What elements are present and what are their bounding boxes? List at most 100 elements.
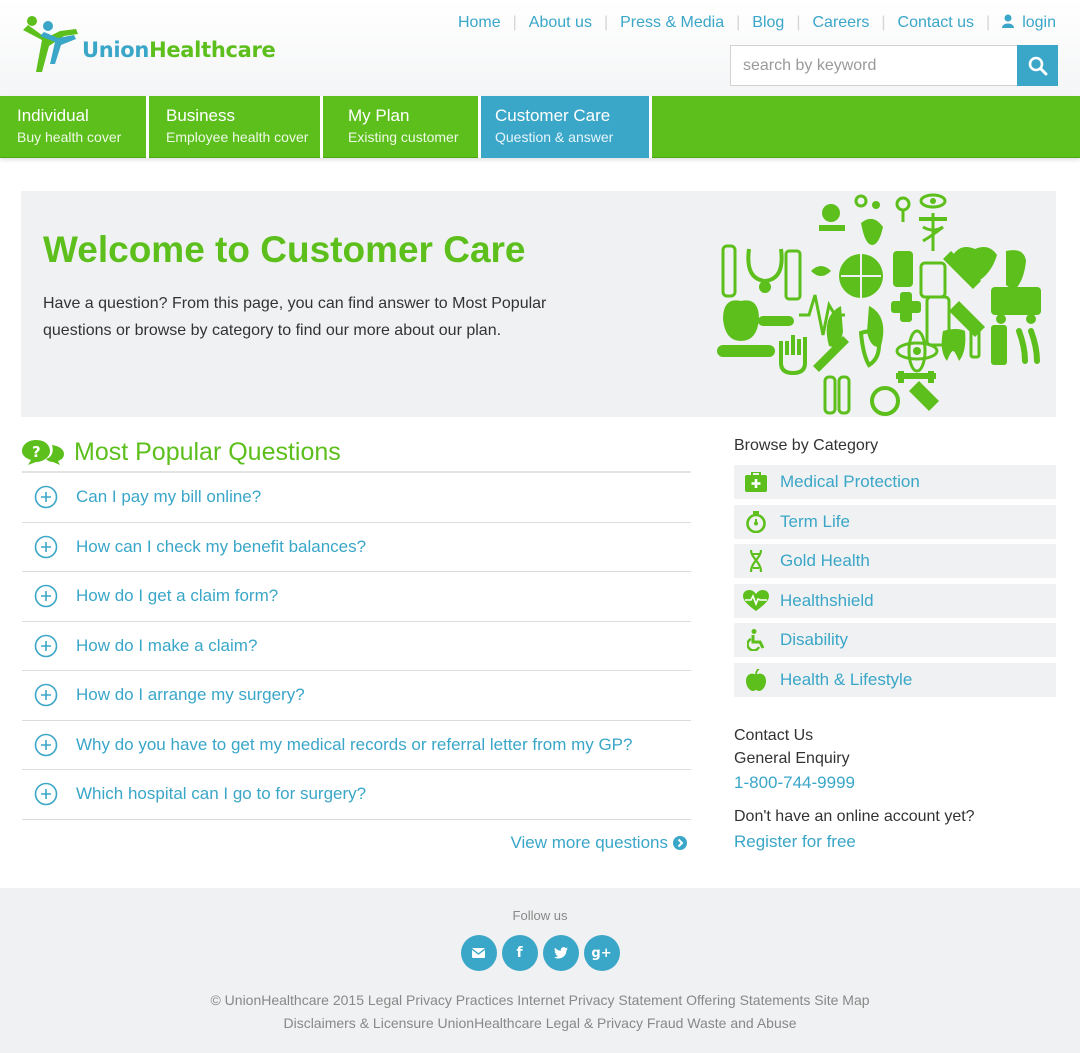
view-more-label: View more questions <box>510 833 669 852</box>
question-link[interactable]: How do I arrange my surgery? <box>76 685 305 705</box>
user-icon <box>1002 14 1015 28</box>
logo-text-union: Union <box>82 38 150 62</box>
footer-links-line-1[interactable]: © UnionHealthcare 2015 Legal Privacy Pra… <box>0 989 1080 1012</box>
nav-link-home[interactable]: Home <box>458 14 501 32</box>
plus-circle-icon[interactable] <box>34 535 58 559</box>
tab-my-plan[interactable]: My Plan Existing customer <box>323 96 481 158</box>
question-row[interactable]: How do I make a claim? <box>22 622 691 671</box>
apple-icon <box>734 668 778 691</box>
facebook-icon: f <box>516 945 523 961</box>
envelope-icon <box>472 948 485 958</box>
tab-subtitle: Employee health cover <box>166 129 309 145</box>
site-header: UnionHealthcare Home | About us | Press … <box>0 0 1080 96</box>
category-item[interactable]: Healthshield <box>734 583 1056 618</box>
question-link[interactable]: How do I get a claim form? <box>76 586 278 606</box>
stopwatch-icon <box>734 510 778 533</box>
contact-heading: Contact Us <box>734 726 814 744</box>
nav-link-careers[interactable]: Careers <box>812 14 869 32</box>
twitter-icon <box>553 947 568 959</box>
question-row[interactable]: How do I get a claim form? <box>22 572 691 622</box>
hero-description: Have a question? From this page, you can… <box>43 295 547 339</box>
question-row[interactable]: How can I check my benefit balances? <box>22 523 691 572</box>
no-account-text: Don't have an online account yet? <box>734 807 975 825</box>
question-row[interactable]: Which hospital can I go to for surgery? <box>22 770 691 820</box>
category-link[interactable]: Term Life <box>780 512 850 532</box>
twitter-button[interactable] <box>542 935 579 971</box>
category-link[interactable]: Disability <box>780 630 848 650</box>
nav-link-press[interactable]: Press & Media <box>620 14 724 32</box>
section-heading: ? Most Popular Questions <box>22 433 691 473</box>
contact-block: Contact Us General Enquiry 1-800-744-999… <box>734 725 1056 855</box>
tab-title: Individual <box>17 106 89 125</box>
tab-title: Customer Care <box>495 106 611 125</box>
people-logo-icon <box>23 16 78 72</box>
social-links: f g+ <box>0 935 1080 971</box>
question-row[interactable]: How do I arrange my surgery? <box>22 671 691 721</box>
plus-circle-icon[interactable] <box>34 584 58 608</box>
wheelchair-icon <box>734 629 778 651</box>
question-link[interactable]: How can I check my benefit balances? <box>76 537 366 557</box>
category-link[interactable]: Medical Protection <box>780 472 920 492</box>
nav-separator: | <box>881 14 886 31</box>
phone-link[interactable]: 1-800-744-9999 <box>734 773 855 792</box>
tab-title: My Plan <box>348 106 410 125</box>
question-row[interactable]: Why do you have to get my medical record… <box>22 721 691 770</box>
tab-subtitle: Existing customer <box>348 129 459 145</box>
nav-link-blog[interactable]: Blog <box>752 14 784 32</box>
dna-icon <box>734 550 778 572</box>
site-footer: Follow us f g+ © UnionHealthcare 2015 Le… <box>0 888 1080 1053</box>
speech-bubbles-icon: ? <box>22 440 64 465</box>
nav-link-contact[interactable]: Contact us <box>898 14 974 32</box>
login-label: login <box>1022 14 1056 31</box>
question-row[interactable]: Can I pay my bill online? <box>22 473 691 523</box>
logo[interactable]: UnionHealthcare <box>22 14 276 76</box>
heartbeat-icon <box>734 589 778 612</box>
login-link[interactable]: login <box>1002 14 1056 32</box>
question-list: Can I pay my bill online? How can I check… <box>22 473 691 820</box>
nav-link-about[interactable]: About us <box>529 14 592 32</box>
question-link[interactable]: Why do you have to get my medical record… <box>76 735 632 755</box>
plus-circle-icon[interactable] <box>34 683 58 707</box>
category-item[interactable]: Term Life <box>734 504 1056 539</box>
footer-links-line-2[interactable]: Disclaimers & Licensure UnionHealthcare … <box>0 1012 1080 1035</box>
facebook-button[interactable]: f <box>501 935 538 971</box>
plus-circle-icon[interactable] <box>34 782 58 806</box>
hero-banner: Welcome to Customer Care Have a question… <box>21 191 1056 417</box>
tab-business[interactable]: Business Employee health cover <box>149 96 323 158</box>
general-enquiry-label: General Enquiry <box>734 749 850 767</box>
search-input[interactable] <box>730 45 1017 86</box>
category-link[interactable]: Health & Lifestyle <box>780 670 912 690</box>
tab-subtitle: Question & answer <box>495 129 614 145</box>
sidebar: Browse by Category Medical Protection Ter… <box>734 437 1056 855</box>
search-form <box>730 45 1058 86</box>
search-button[interactable] <box>1017 45 1058 86</box>
nav-separator: | <box>603 14 609 31</box>
tab-individual[interactable]: Individual Buy health cover <box>0 96 149 158</box>
nav-separator: | <box>796 14 801 31</box>
category-item[interactable]: Gold Health <box>734 544 1056 578</box>
category-item[interactable]: Health & Lifestyle <box>734 662 1056 697</box>
category-item[interactable]: Disability <box>734 623 1056 657</box>
plus-circle-icon[interactable] <box>34 634 58 658</box>
section-title: Most Popular Questions <box>74 437 341 466</box>
view-more-questions-link[interactable]: View more questions <box>510 833 687 853</box>
tab-customer-care[interactable]: Customer Care Question & answer <box>481 96 652 158</box>
nav-separator: | <box>512 14 517 31</box>
google-plus-button[interactable]: g+ <box>583 935 620 971</box>
logo-text-healthcare: Healthcare <box>149 38 276 62</box>
question-link[interactable]: How do I make a claim? <box>76 636 257 656</box>
plus-circle-icon[interactable] <box>34 485 58 509</box>
browse-heading: Browse by Category <box>734 437 879 454</box>
register-link[interactable]: Register for free <box>734 832 856 851</box>
category-link[interactable]: Healthshield <box>780 591 874 611</box>
plus-circle-icon[interactable] <box>34 733 58 757</box>
category-item[interactable]: Medical Protection <box>734 465 1056 499</box>
tab-subtitle: Buy health cover <box>17 129 122 145</box>
category-link[interactable]: Gold Health <box>780 551 870 571</box>
email-share-button[interactable] <box>460 935 497 971</box>
question-link[interactable]: Can I pay my bill online? <box>76 487 261 507</box>
google-plus-icon: g+ <box>591 945 612 961</box>
chevron-right-circle-icon <box>673 836 687 850</box>
category-list: Medical Protection Term Life Gold Health He… <box>734 465 1056 697</box>
question-link[interactable]: Which hospital can I go to for surgery? <box>76 784 366 804</box>
